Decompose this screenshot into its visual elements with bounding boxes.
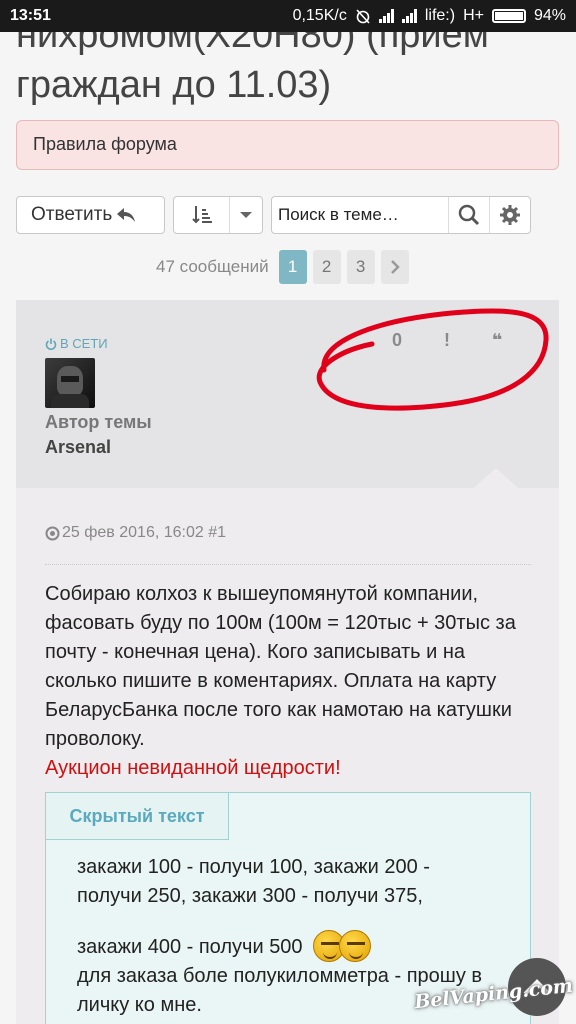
reply-button[interactable]: Ответить — [16, 196, 165, 234]
sort-dropdown[interactable] — [173, 196, 263, 234]
status-time: 13:51 — [10, 7, 51, 24]
topic-toolbar: Ответить — [16, 196, 531, 234]
post-body: Собираю колхоз к вышеупомянутой компании… — [45, 583, 516, 750]
post-date-text: 25 фев 2016, 16:02 #1 — [62, 524, 227, 541]
search-icon[interactable] — [448, 197, 489, 233]
cheers-smiley-icon — [312, 930, 371, 962]
hidden-line-1: закажи 100 - получи 100, закажи 200 - по… — [77, 856, 430, 907]
reply-label: Ответить — [31, 204, 113, 225]
page-1[interactable]: 1 — [278, 250, 307, 284]
alarm-off-icon — [356, 9, 370, 24]
post-count: 47 сообщений — [156, 257, 269, 276]
page-3[interactable]: 3 — [346, 250, 375, 284]
topic-search — [271, 196, 531, 234]
gear-icon[interactable] — [489, 197, 530, 233]
network-speed: 0,15K/c — [292, 7, 347, 24]
post-header: В СЕТИ Автор темы Arsenal 0 ! ❝ — [16, 300, 559, 488]
carrier-name: life:) — [424, 7, 456, 24]
battery-level: 94% — [533, 7, 566, 24]
battery-icon — [491, 9, 526, 23]
wifi-signal-icon — [378, 9, 394, 23]
auction-text: Аукцион невиданной щедрости! — [45, 757, 341, 779]
hidden-line-2-row: закажи 400 - получи 500 — [77, 930, 497, 962]
author-role: Автор темы — [45, 412, 152, 432]
power-icon — [45, 338, 57, 350]
android-status-bar: 13:51 0,15K/c life:) H+ 94% — [0, 0, 576, 32]
hidden-line-2: закажи 400 - получи 500 — [77, 936, 303, 958]
post-date[interactable]: 25 фев 2016, 16:02 #1 — [45, 524, 226, 542]
page: нихромом(X20H80) (прием граждан до 11.03… — [0, 0, 576, 1024]
forum-rules-banner[interactable]: Правила форума — [16, 120, 559, 170]
online-label: В СЕТИ — [60, 336, 108, 351]
chevron-down-icon[interactable] — [230, 211, 262, 219]
page-2[interactable]: 2 — [312, 250, 341, 284]
hidden-text-label: Скрытый текст — [69, 805, 205, 826]
red-circle-annotation — [316, 308, 549, 411]
sort-icon[interactable] — [174, 197, 230, 233]
next-page-icon[interactable] — [380, 250, 409, 284]
network-type: H+ — [463, 7, 484, 24]
search-input[interactable] — [272, 205, 448, 225]
post-header-pointer — [474, 468, 518, 488]
hidden-text-toggle[interactable]: Скрытый текст — [46, 793, 229, 840]
online-status: В СЕТИ — [45, 336, 108, 351]
pagination: 47 сообщений 1 2 3 — [156, 250, 409, 284]
post-link-icon — [45, 526, 60, 540]
cell-signal-icon — [401, 9, 417, 23]
avatar[interactable] — [45, 358, 95, 408]
reply-arrow-icon — [117, 208, 136, 222]
author-name[interactable]: Arsenal — [45, 437, 111, 458]
post-divider — [45, 564, 531, 565]
post-1: В СЕТИ Автор темы Arsenal 0 ! ❝ 25 фев 2… — [16, 300, 559, 1024]
forum-rules-label: Правила форума — [33, 134, 177, 154]
